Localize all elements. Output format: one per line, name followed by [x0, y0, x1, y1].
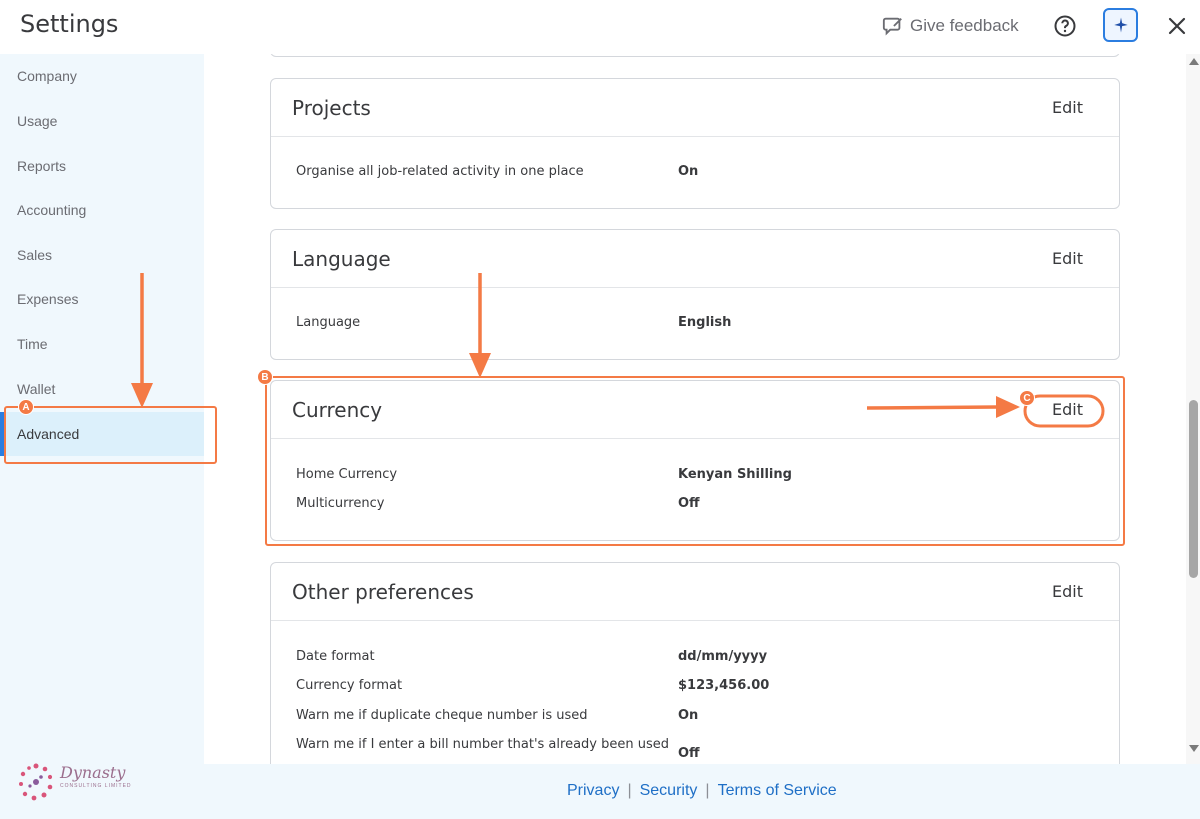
sidebar-item-sales[interactable]: Sales: [0, 233, 204, 277]
footer-separator: |: [627, 782, 632, 799]
projects-row-label: Organise all job-related activity in one…: [296, 164, 584, 179]
scrollbar-thumb[interactable]: [1189, 400, 1198, 578]
sidebar-item-reports[interactable]: Reports: [0, 144, 204, 188]
language-title: Language: [292, 246, 391, 271]
language-row: Language English: [296, 315, 1096, 337]
duplicate-bill-row: Warn me if I enter a bill number that's …: [296, 737, 1096, 761]
give-feedback-button[interactable]: Give feedback: [882, 13, 1019, 39]
scroll-down-arrow-icon[interactable]: [1189, 745, 1199, 752]
give-feedback-label: Give feedback: [910, 16, 1019, 35]
footer-links: Privacy | Security | Terms of Service: [567, 782, 837, 800]
scroll-up-arrow-icon[interactable]: [1189, 58, 1199, 65]
page-title: Settings: [20, 10, 119, 38]
annotation-badge-b: B: [257, 369, 273, 385]
projects-card: Projects Edit Organise all job-related a…: [270, 78, 1120, 209]
duplicate-bill-value: Off: [678, 746, 700, 761]
sidebar-item-accounting[interactable]: Accounting: [0, 188, 204, 232]
projects-row: Organise all job-related activity in one…: [296, 164, 1096, 186]
date-format-value: dd/mm/yyyy: [678, 649, 768, 664]
footer-separator: |: [705, 782, 710, 799]
other-preferences-edit-button[interactable]: Edit: [1052, 582, 1083, 601]
annotation-box-b: [265, 376, 1125, 546]
other-preferences-title: Other preferences: [292, 579, 474, 604]
help-icon[interactable]: [1053, 14, 1077, 38]
projects-edit-button[interactable]: Edit: [1052, 98, 1083, 117]
other-preferences-header: Other preferences Edit: [271, 563, 1119, 621]
projects-card-header: Projects Edit: [271, 79, 1119, 137]
other-preferences-card: Other preferences Edit Date format dd/mm…: [270, 562, 1120, 764]
language-row-value: English: [678, 315, 732, 330]
previous-card-edge: [270, 54, 1120, 57]
header: Settings Give feedback: [0, 0, 1200, 54]
security-link[interactable]: Security: [640, 782, 698, 800]
brand-tagline: CONSULTING LIMITED: [60, 783, 132, 789]
duplicate-cheque-label: Warn me if duplicate cheque number is us…: [296, 708, 588, 723]
sidebar-item-usage[interactable]: Usage: [0, 99, 204, 143]
sidebar-item-expenses[interactable]: Expenses: [0, 277, 204, 321]
projects-row-value: On: [678, 164, 699, 179]
annotation-badge-a: A: [18, 399, 34, 415]
feedback-icon: [882, 17, 902, 36]
language-edit-button[interactable]: Edit: [1052, 249, 1083, 268]
brand-name: Dynasty: [60, 763, 126, 782]
sidebar-item-company[interactable]: Company: [0, 54, 204, 98]
projects-title: Projects: [292, 95, 371, 120]
duplicate-bill-label: Warn me if I enter a bill number that's …: [296, 737, 669, 752]
currency-format-label: Currency format: [296, 678, 403, 693]
language-row-label: Language: [296, 315, 361, 330]
assistant-icon: [1113, 17, 1128, 33]
footer: Dynasty CONSULTING LIMITED Privacy | Sec…: [0, 763, 1200, 819]
sidebar-item-time[interactable]: Time: [0, 322, 204, 366]
close-icon[interactable]: [1165, 14, 1189, 38]
duplicate-cheque-value: On: [678, 708, 699, 723]
language-card: Language Edit Language English: [270, 229, 1120, 360]
language-card-header: Language Edit: [271, 230, 1119, 288]
currency-format-value: $123,456.00: [678, 678, 770, 693]
terms-of-service-link[interactable]: Terms of Service: [718, 782, 837, 800]
annotation-badge-c: C: [1019, 390, 1035, 406]
duplicate-cheque-row: Warn me if duplicate cheque number is us…: [296, 708, 1096, 730]
date-format-row: Date format dd/mm/yyyy: [296, 649, 1096, 671]
currency-format-row: Currency format $123,456.00: [296, 678, 1096, 700]
assistant-button[interactable]: [1103, 8, 1138, 42]
dynasty-logo: Dynasty CONSULTING LIMITED: [14, 760, 134, 810]
annotation-box-a: [4, 406, 217, 464]
date-format-label: Date format: [296, 649, 375, 664]
privacy-link[interactable]: Privacy: [567, 782, 619, 800]
dynasty-logo-icon: [19, 763, 53, 801]
